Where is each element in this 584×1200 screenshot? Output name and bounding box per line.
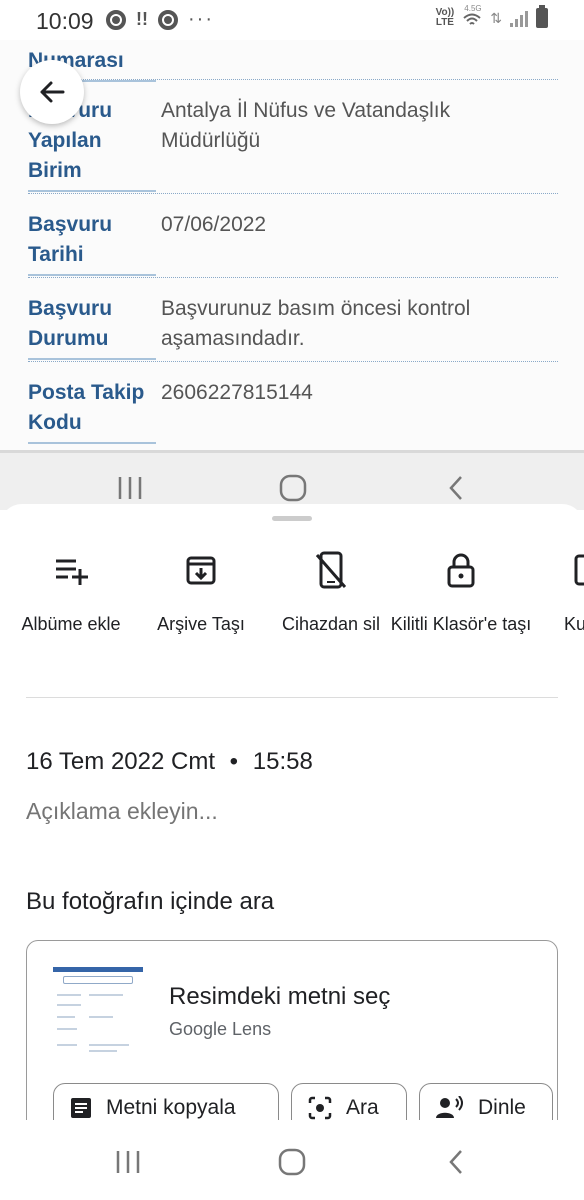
add-to-album-button[interactable]: Albüme ekle xyxy=(0,550,146,636)
chrome-icon xyxy=(158,9,178,30)
recents-button[interactable] xyxy=(108,1144,148,1180)
photo-preview[interactable]: Numarası Başvuru Yapılan Birim Antalya İ… xyxy=(0,40,584,450)
info-row: Numarası xyxy=(28,40,558,82)
lens-card-title: Resimdeki metni seç xyxy=(169,983,391,1010)
separator-dot: • xyxy=(229,748,239,775)
lens-search-icon xyxy=(308,1096,332,1120)
lens-card-subtitle: Google Lens xyxy=(169,1019,272,1039)
back-nav-icon xyxy=(449,476,462,500)
home-icon xyxy=(278,1148,306,1176)
photo-date-time: 16 Tem 2022 Cmt • 15:58 xyxy=(26,748,313,776)
action-label: Arşive Taşı xyxy=(157,614,245,634)
playlist-add-icon xyxy=(56,559,88,585)
move-to-locked-folder-button[interactable]: Kilitli Klasör'e taşı xyxy=(386,550,536,636)
info-row: Başvuru Durumu Başvurunuz basım öncesi k… xyxy=(28,294,558,362)
recents-icon xyxy=(116,1151,140,1173)
document-icon xyxy=(71,1098,91,1118)
row-value: 2606227815144 xyxy=(161,381,313,404)
arrow-left-icon xyxy=(40,81,65,103)
back-button[interactable] xyxy=(20,60,84,124)
notification-icons: !! ··· xyxy=(106,8,214,31)
status-time: 10:09 xyxy=(36,8,94,34)
back-nav-button[interactable] xyxy=(436,1144,476,1180)
action-label: Albüme ekle xyxy=(21,614,121,634)
system-icons: Vo)) LTE 4.5G ⇅ xyxy=(435,4,548,28)
delete-from-device-button[interactable]: Cihazdan sil xyxy=(256,550,406,636)
volte-indicator: Vo)) LTE xyxy=(435,7,455,28)
preview-nav-bar xyxy=(0,450,584,510)
recents-icon xyxy=(118,477,142,499)
row-value: Başvurunuz basım öncesi kontrol aşamasın… xyxy=(161,297,471,350)
description-input[interactable] xyxy=(26,798,546,825)
row-label: Başvuru Tarihi xyxy=(28,210,156,276)
more-notifications-icon: ··· xyxy=(188,8,214,30)
row-label: Başvuru Durumu xyxy=(28,294,156,360)
phone-off-icon xyxy=(316,551,346,589)
lock-icon xyxy=(447,553,475,588)
row-label: Posta Takip Kodu xyxy=(28,378,156,444)
sheet-drag-handle[interactable] xyxy=(272,516,312,521)
alert-icon: !! xyxy=(136,9,148,29)
lens-card[interactable]: Resimdeki metni seç Google Lens Metni ko… xyxy=(26,940,558,1144)
chip-label: Metni kopyala xyxy=(106,1096,236,1119)
archive-icon xyxy=(186,556,216,585)
divider xyxy=(26,697,558,698)
home-button[interactable] xyxy=(272,1144,312,1180)
chip-label: Ara xyxy=(346,1096,379,1119)
battery-icon xyxy=(536,5,548,28)
lens-thumbnail xyxy=(53,967,143,1057)
wifi-icon: 4.5G xyxy=(462,4,482,28)
details-bottom-sheet: Albüme ekle Arşive Taşı Cihazdan sil Kil… xyxy=(0,504,584,1144)
chrome-icon xyxy=(106,9,126,30)
home-icon xyxy=(279,474,307,502)
action-label: Ku xyxy=(564,614,584,634)
system-nav-bar xyxy=(0,1120,584,1200)
row-value: 07/06/2022 xyxy=(161,213,267,236)
listen-icon xyxy=(436,1096,463,1118)
signal-icon xyxy=(510,9,528,27)
info-row: Başvuru Yapılan Birim Antalya İl Nüfus v… xyxy=(28,96,558,194)
data-transfer-icon: ⇅ xyxy=(490,9,502,26)
archive-button[interactable]: Arşive Taşı xyxy=(126,550,276,636)
row-value: Antalya İl Nüfus ve Vatandaşlık Müdürlüğ… xyxy=(161,99,451,152)
back-nav-icon xyxy=(449,1150,462,1174)
action-label: Kilitli Klasör'e taşı xyxy=(390,614,532,634)
action-label: Cihazdan sil xyxy=(281,614,381,634)
status-bar: 10:09 !! ··· Vo)) LTE 4.5G ⇅ xyxy=(0,0,584,40)
info-row: Başvuru Tarihi 07/06/2022 xyxy=(28,210,558,278)
info-row: Posta Takip Kodu 2606227815144 xyxy=(28,378,558,446)
search-in-photo-title: Bu fotoğrafın içinde ara xyxy=(26,888,275,915)
device-icon xyxy=(574,554,584,586)
photo-date: 16 Tem 2022 Cmt xyxy=(26,748,215,775)
chip-label: Dinle xyxy=(478,1096,526,1119)
photo-time: 15:58 xyxy=(252,748,313,775)
device-action-button[interactable]: Ku xyxy=(516,550,584,636)
